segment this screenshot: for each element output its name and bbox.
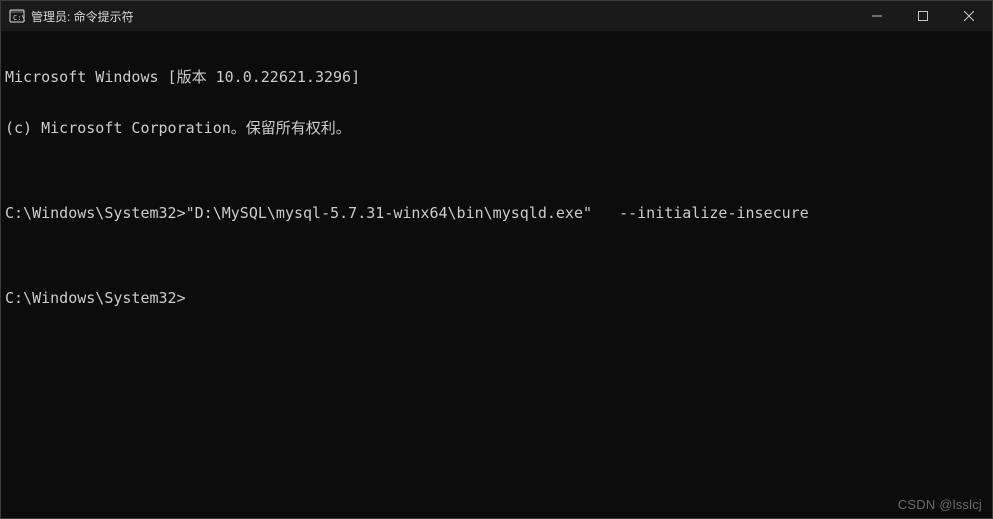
maximize-button[interactable]	[900, 1, 946, 31]
close-button[interactable]	[946, 1, 992, 31]
svg-text:C:\: C:\	[13, 14, 25, 22]
window-title: 管理员: 命令提示符	[31, 8, 134, 25]
title-left: C:\ 管理员: 命令提示符	[1, 8, 134, 25]
terminal-line: (c) Microsoft Corporation。保留所有权利。	[5, 120, 988, 137]
window-controls	[854, 1, 992, 31]
watermark-text: CSDN @lsslcj	[898, 497, 982, 512]
minimize-button[interactable]	[854, 1, 900, 31]
terminal-line: C:\Windows\System32>"D:\MySQL\mysql-5.7.…	[5, 205, 988, 222]
cmd-icon: C:\	[9, 8, 25, 24]
terminal-line: Microsoft Windows [版本 10.0.22621.3296]	[5, 69, 988, 86]
titlebar[interactable]: C:\ 管理员: 命令提示符	[1, 1, 992, 31]
terminal-output[interactable]: Microsoft Windows [版本 10.0.22621.3296] (…	[1, 31, 992, 518]
cmd-window: C:\ 管理员: 命令提示符 Microsoft Windows [版本 10.…	[0, 0, 993, 519]
terminal-prompt: C:\Windows\System32>	[5, 290, 988, 307]
